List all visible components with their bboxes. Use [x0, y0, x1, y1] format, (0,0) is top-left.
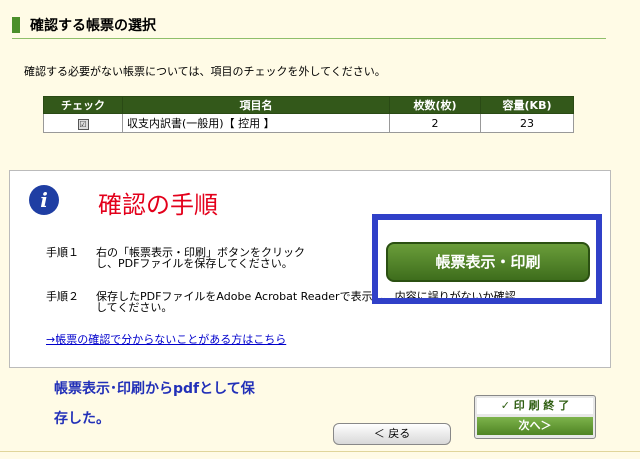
finish-print-label: ✓ 印 刷 終 了 — [477, 398, 593, 414]
row-checkbox[interactable]: ☑ — [77, 118, 89, 130]
section-marker — [12, 17, 20, 33]
info-icon: i — [29, 185, 59, 215]
finish-print-button[interactable]: ✓ 印 刷 終 了 次へ＞ — [474, 395, 596, 439]
highlight-box — [372, 214, 602, 304]
row-size: 23 — [480, 113, 574, 133]
step-1: 手順１ 右の「帳票表示・印刷」ボタンをクリック し、PDFファイルを保存してくださ… — [46, 247, 305, 269]
row-name: 収支内訳書(一般用)【 控用 】 — [122, 113, 390, 133]
row-count: 2 — [389, 113, 481, 133]
next-label: 次へ＞ — [477, 417, 593, 435]
col-count: 枚数(枚) — [389, 96, 481, 114]
annotation-line-2: 存した。 — [54, 411, 110, 427]
annotation-line-1: 帳票表示･印刷からpdfとして保 — [54, 381, 255, 397]
section-divider — [12, 38, 606, 39]
step-2-label: 手順２ — [46, 290, 79, 303]
step-1-text: 右の「帳票表示・印刷」ボタンをクリック し、PDFファイルを保存してください。 — [96, 246, 305, 270]
panel-title: 確認の手順 — [98, 191, 218, 219]
col-check: チェック — [43, 96, 123, 114]
col-name: 項目名 — [122, 96, 390, 114]
intro-text: 確認する必要がない帳票については、項目のチェックを外してください。 — [24, 65, 386, 78]
step-1-label: 手順１ — [46, 246, 79, 259]
section-title: 確認する帳票の選択 — [30, 18, 156, 34]
col-size: 容量(KB) — [480, 96, 574, 114]
form-table: チェック 項目名 枚数(枚) 容量(KB) ☑ 収支内訳書(一般用)【 控用 】… — [43, 96, 574, 133]
back-button[interactable]: ＜ 戻る — [333, 423, 451, 445]
help-link[interactable]: →帳票の確認で分からないことがある方はこちら — [46, 331, 286, 347]
bottom-divider — [0, 451, 640, 452]
table-row: ☑ 収支内訳書(一般用)【 控用 】 2 23 — [43, 113, 574, 133]
